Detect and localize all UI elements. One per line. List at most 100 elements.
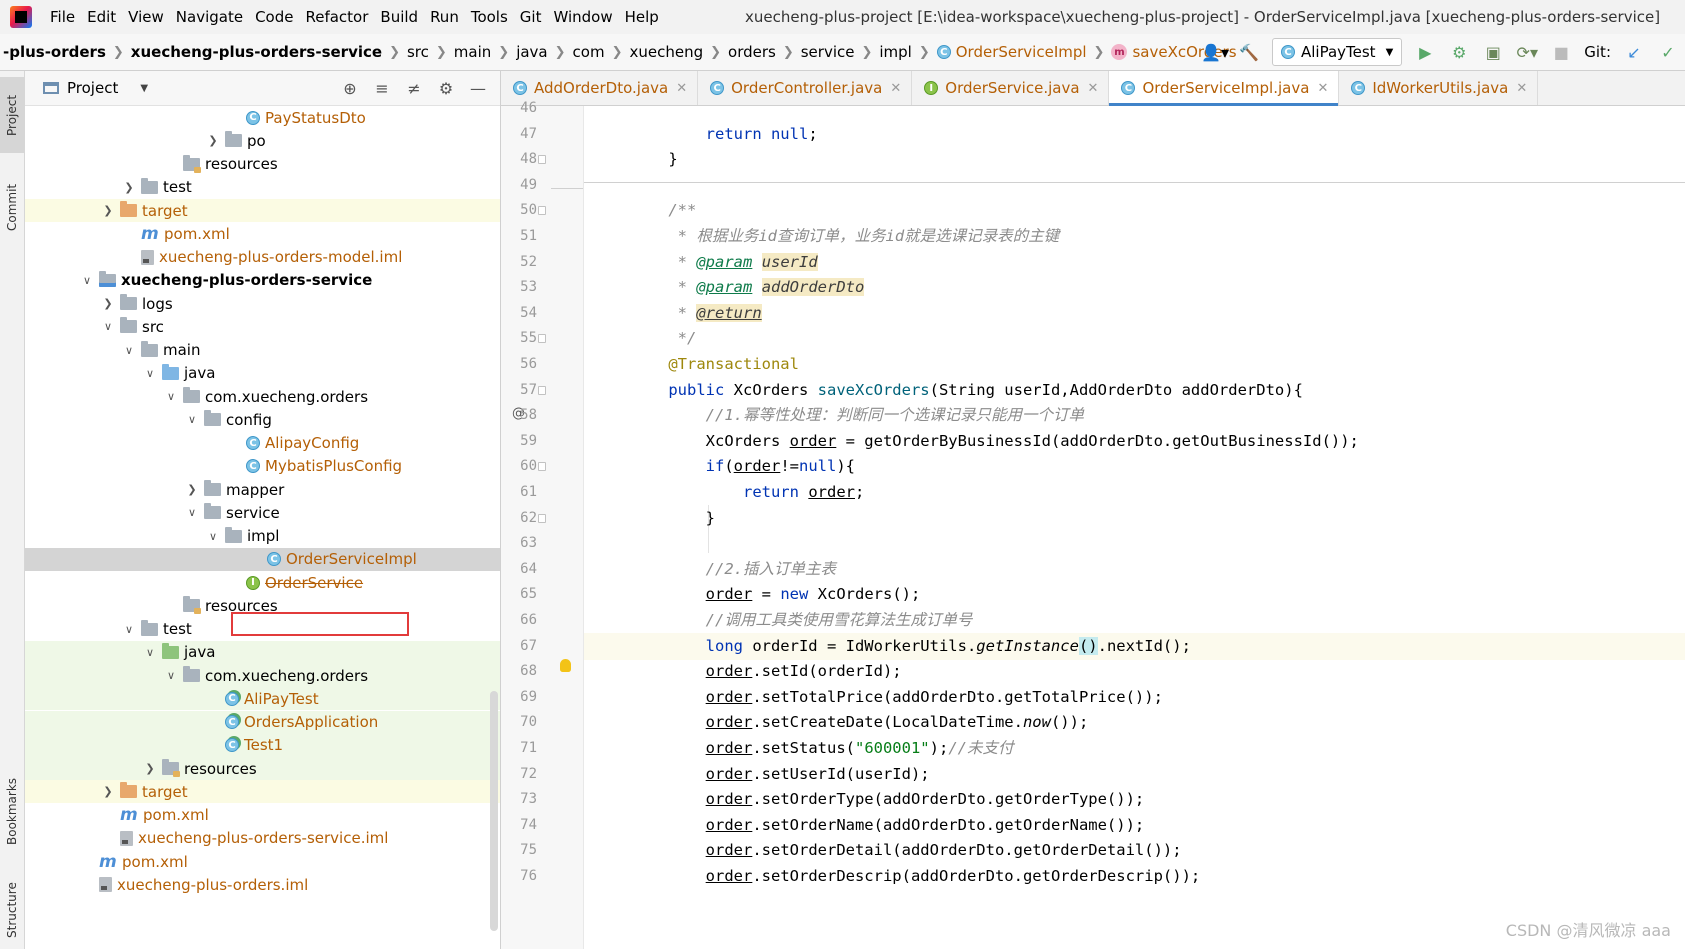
code-line[interactable]: }: [584, 146, 1685, 173]
chevron-down-icon[interactable]: ∨: [143, 367, 157, 380]
scrollbar[interactable]: [490, 691, 498, 931]
tree-item[interactable]: ❯resources: [25, 757, 500, 780]
stop-icon[interactable]: ■: [1550, 41, 1572, 63]
breadcrumb-item[interactable]: xuecheng: [626, 43, 706, 61]
tree-item[interactable]: ∨ service: [25, 501, 500, 524]
tree-item[interactable]: ❯ po: [25, 129, 500, 152]
chevron-down-icon[interactable]: ▼: [140, 83, 148, 94]
breadcrumb-item[interactable]: service: [798, 43, 858, 61]
tree-item[interactable]: ∨ com.xuecheng.orders: [25, 385, 500, 408]
menu-view[interactable]: View: [122, 0, 170, 34]
tree-item[interactable]: ❯xuecheng-plus-orders-model.iml: [25, 246, 500, 269]
fold-marker-icon[interactable]: [538, 462, 546, 472]
run-icon[interactable]: ▶: [1414, 41, 1436, 63]
code-area[interactable]: return null; } /** * 根据业务id查询订单，业务id就是选课…: [584, 106, 1685, 949]
code-line[interactable]: if(order!=null){: [584, 453, 1685, 480]
chevron-down-icon[interactable]: ∨: [164, 669, 178, 682]
tree-item[interactable]: ❯mpom.xml: [25, 804, 500, 827]
code-line[interactable]: */: [584, 325, 1685, 352]
menu-git[interactable]: Git: [514, 0, 548, 34]
tool-window-commit[interactable]: Commit: [0, 167, 24, 247]
tree-item[interactable]: ❯CAlipayConfig: [25, 432, 500, 455]
profile-icon[interactable]: ⟳▾: [1516, 41, 1538, 63]
tree-item[interactable]: ❯COrdersApplication: [25, 710, 500, 734]
code-line[interactable]: return null;: [584, 121, 1685, 148]
menu-edit[interactable]: Edit: [81, 0, 122, 34]
tree-item[interactable]: ∨ com.xuecheng.orders: [25, 664, 500, 687]
chevron-down-icon[interactable]: ∨: [101, 320, 115, 333]
menu-run[interactable]: Run: [424, 0, 465, 34]
tree-item[interactable]: ❯ test: [25, 176, 500, 199]
chevron-down-icon[interactable]: ∨: [80, 274, 94, 287]
code-line[interactable]: order.setStatus("600001");//未支付: [584, 735, 1685, 762]
gear-icon[interactable]: ⚙: [435, 77, 457, 99]
tree-item[interactable]: ∨ main: [25, 339, 500, 362]
code-line[interactable]: }: [584, 505, 1685, 532]
code-line[interactable]: order.setUserId(userId);: [584, 761, 1685, 788]
menu-window[interactable]: Window: [547, 0, 618, 34]
chevron-right-icon[interactable]: ❯: [206, 134, 220, 147]
code-line[interactable]: * 根据业务id查询订单，业务id就是选课记录表的主键: [584, 223, 1685, 250]
menu-build[interactable]: Build: [374, 0, 424, 34]
close-icon[interactable]: ✕: [676, 81, 687, 96]
chevron-down-icon[interactable]: ∨: [206, 530, 220, 543]
tree-item[interactable]: ∨ test: [25, 618, 500, 641]
locate-icon[interactable]: ⊕: [339, 77, 361, 99]
tree-item[interactable]: ❯COrderServiceImpl: [25, 547, 500, 571]
tree-item[interactable]: ∨ java: [25, 640, 500, 664]
menu-refactor[interactable]: Refactor: [299, 0, 374, 34]
code-line[interactable]: order.setOrderType(addOrderDto.getOrderT…: [584, 786, 1685, 813]
code-line[interactable]: * @return: [584, 300, 1685, 327]
code-line[interactable]: order.setOrderDescrip(addOrderDto.getOrd…: [584, 863, 1685, 890]
debug-icon[interactable]: ⚙: [1448, 41, 1470, 63]
coverage-icon[interactable]: ▣: [1482, 41, 1504, 63]
code-line[interactable]: * @param addOrderDto: [584, 274, 1685, 301]
breadcrumb-item[interactable]: impl: [876, 43, 914, 61]
chevron-down-icon[interactable]: ∨: [164, 390, 178, 403]
git-update-icon[interactable]: ↙: [1623, 41, 1645, 63]
menu-file[interactable]: File: [44, 0, 81, 34]
chevron-right-icon[interactable]: ❯: [143, 762, 157, 775]
code-line[interactable]: //调用工具类使用雪花算法生成订单号: [584, 607, 1685, 634]
breadcrumb-item[interactable]: src: [404, 43, 432, 61]
user-icon[interactable]: 👤▾: [1201, 41, 1229, 63]
fold-marker-icon[interactable]: [538, 385, 546, 395]
chevron-down-icon[interactable]: ∨: [122, 344, 136, 357]
tree-item[interactable]: ❯CTest1: [25, 733, 500, 757]
tree-item[interactable]: ❯xuecheng-plus-orders-service.iml: [25, 827, 500, 850]
tree-item[interactable]: ❯ logs: [25, 292, 500, 315]
tree-item[interactable]: ❯CPayStatusDto: [25, 106, 500, 129]
tree-item[interactable]: ∨ impl: [25, 525, 500, 548]
chevron-right-icon[interactable]: ❯: [185, 483, 199, 496]
hide-icon[interactable]: —: [467, 77, 489, 99]
code-line[interactable]: order = new XcOrders();: [584, 581, 1685, 608]
menu-tools[interactable]: Tools: [465, 0, 514, 34]
tree-item[interactable]: ❯resources: [25, 594, 500, 617]
code-line[interactable]: return order;: [584, 479, 1685, 506]
tree-item[interactable]: ∨ xuecheng-plus-orders-service: [25, 269, 500, 292]
chevron-down-icon[interactable]: ∨: [185, 506, 199, 519]
intention-bulb-icon[interactable]: [560, 659, 571, 672]
chevron-right-icon[interactable]: ❯: [122, 181, 136, 194]
menu-help[interactable]: Help: [619, 0, 665, 34]
tree-item[interactable]: ❯ target: [25, 780, 500, 804]
tree-item[interactable]: ❯ target: [25, 199, 500, 222]
tree-item[interactable]: ❯IOrderService: [25, 571, 500, 594]
chevron-right-icon[interactable]: ❯: [101, 204, 115, 217]
code-line[interactable]: [584, 95, 1685, 122]
code-line[interactable]: order.setCreateDate(LocalDateTime.now())…: [584, 709, 1685, 736]
chevron-right-icon[interactable]: ❯: [101, 297, 115, 310]
breadcrumb-item[interactable]: orders: [725, 43, 779, 61]
code-line[interactable]: long orderId = IdWorkerUtils.getInstance…: [584, 632, 1685, 660]
code-line[interactable]: //2.插入订单主表: [584, 556, 1685, 583]
close-icon[interactable]: ✕: [1516, 81, 1527, 96]
tree-item[interactable]: ❯ mapper: [25, 478, 500, 501]
project-title[interactable]: Project: [67, 79, 118, 97]
code-line[interactable]: order.setTotalPrice(addOrderDto.getTotal…: [584, 684, 1685, 711]
collapse-all-icon[interactable]: ≠: [403, 77, 425, 99]
tool-window-project[interactable]: Project: [0, 77, 24, 153]
code-line[interactable]: * @param userId: [584, 249, 1685, 276]
tree-item[interactable]: ∨ config: [25, 408, 500, 431]
code-line[interactable]: order.setOrderName(addOrderDto.getOrderN…: [584, 812, 1685, 839]
fold-marker-icon[interactable]: [538, 206, 546, 216]
